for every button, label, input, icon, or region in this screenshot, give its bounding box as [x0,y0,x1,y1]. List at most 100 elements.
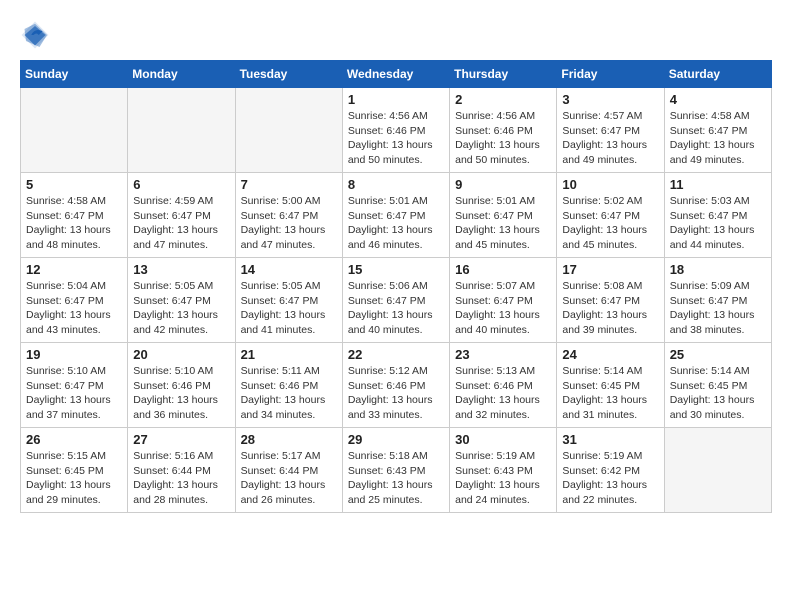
day-number: 16 [455,262,551,277]
day-number: 24 [562,347,658,362]
day-cell-2: 2 Sunrise: 4:56 AMSunset: 6:46 PMDaylight… [450,88,557,173]
day-number: 7 [241,177,337,192]
day-number: 20 [133,347,229,362]
day-cell-10: 10Sunrise: 5:02 AMSunset: 6:47 PMDayligh… [557,173,664,258]
day-info: Sunrise: 5:19 AMSunset: 6:43 PMDaylight:… [455,449,551,508]
day-number: 1 [348,92,444,107]
day-info: Sunrise: 4:57 AMSunset: 6:47 PMDaylight:… [562,109,658,168]
day-cell-19: 19 Sunrise: 5:10 AMSunset: 6:47 PMDayligh… [21,343,128,428]
day-number: 14 [241,262,337,277]
day-cell-23: 23 Sunrise: 5:13 AMSunset: 6:46 PMDayligh… [450,343,557,428]
column-header-wednesday: Wednesday [342,61,449,88]
day-cell-28: 28Sunrise: 5:17 AMSunset: 6:44 PMDayligh… [235,428,342,513]
calendar-header-row: SundayMondayTuesdayWednesdayThursdayFrid… [21,61,772,88]
day-number: 21 [241,347,337,362]
day-info: Sunrise: 5:19 AMSunset: 6:42 PMDaylight:… [562,449,658,508]
day-info: Sunrise: 4:58 AMSunset: 6:47 PMDaylight:… [26,194,122,253]
day-cell-14: 14Sunrise: 5:05 AMSunset: 6:47 PMDayligh… [235,258,342,343]
day-cell-16: 16 Sunrise: 5:07 AMSunset: 6:47 PMDayligh… [450,258,557,343]
week-row-2: 5Sunrise: 4:58 AMSunset: 6:47 PMDaylight… [21,173,772,258]
day-number: 23 [455,347,551,362]
day-info: Sunrise: 5:07 AMSunset: 6:47 PMDaylight:… [455,279,551,338]
day-info: Sunrise: 5:17 AMSunset: 6:44 PMDaylight:… [241,449,337,508]
day-cell-11: 11 Sunrise: 5:03 AMSunset: 6:47 PMDayligh… [664,173,771,258]
day-info: Sunrise: 5:11 AMSunset: 6:46 PMDaylight:… [241,364,337,423]
day-number: 17 [562,262,658,277]
day-info: Sunrise: 5:01 AMSunset: 6:47 PMDaylight:… [455,194,551,253]
day-cell-31: 31 Sunrise: 5:19 AMSunset: 6:42 PMDayligh… [557,428,664,513]
day-info: Sunrise: 5:00 AMSunset: 6:47 PMDaylight:… [241,194,337,253]
day-info: Sunrise: 5:03 AMSunset: 6:47 PMDaylight:… [670,194,766,253]
day-cell-15: 15 Sunrise: 5:06 AMSunset: 6:47 PMDayligh… [342,258,449,343]
day-cell-7: 7 Sunrise: 5:00 AMSunset: 6:47 PMDaylight… [235,173,342,258]
day-info: Sunrise: 5:04 AMSunset: 6:47 PMDaylight:… [26,279,122,338]
day-info: Sunrise: 5:13 AMSunset: 6:46 PMDaylight:… [455,364,551,423]
day-number: 9 [455,177,551,192]
day-cell-21: 21 Sunrise: 5:11 AMSunset: 6:46 PMDayligh… [235,343,342,428]
week-row-5: 26 Sunrise: 5:15 AMSunset: 6:45 PMDayligh… [21,428,772,513]
day-cell-29: 29 Sunrise: 5:18 AMSunset: 6:43 PMDayligh… [342,428,449,513]
day-cell-24: 24 Sunrise: 5:14 AMSunset: 6:45 PMDayligh… [557,343,664,428]
day-info: Sunrise: 4:56 AMSunset: 6:46 PMDaylight:… [455,109,551,168]
empty-cell [21,88,128,173]
day-info: Sunrise: 5:14 AMSunset: 6:45 PMDaylight:… [562,364,658,423]
day-number: 2 [455,92,551,107]
day-cell-13: 13Sunrise: 5:05 AMSunset: 6:47 PMDayligh… [128,258,235,343]
day-info: Sunrise: 5:10 AMSunset: 6:47 PMDaylight:… [26,364,122,423]
day-number: 31 [562,432,658,447]
day-info: Sunrise: 5:01 AMSunset: 6:47 PMDaylight:… [348,194,444,253]
day-number: 29 [348,432,444,447]
column-header-tuesday: Tuesday [235,61,342,88]
logo-icon [20,20,50,50]
column-header-saturday: Saturday [664,61,771,88]
day-number: 27 [133,432,229,447]
day-number: 26 [26,432,122,447]
day-number: 25 [670,347,766,362]
day-cell-9: 9 Sunrise: 5:01 AMSunset: 6:47 PMDaylight… [450,173,557,258]
day-cell-18: 18 Sunrise: 5:09 AMSunset: 6:47 PMDayligh… [664,258,771,343]
day-info: Sunrise: 5:06 AMSunset: 6:47 PMDaylight:… [348,279,444,338]
day-cell-8: 8 Sunrise: 5:01 AMSunset: 6:47 PMDaylight… [342,173,449,258]
empty-cell [664,428,771,513]
day-info: Sunrise: 5:08 AMSunset: 6:47 PMDaylight:… [562,279,658,338]
day-number: 11 [670,177,766,192]
day-cell-30: 30 Sunrise: 5:19 AMSunset: 6:43 PMDayligh… [450,428,557,513]
day-number: 12 [26,262,122,277]
day-number: 3 [562,92,658,107]
column-header-monday: Monday [128,61,235,88]
day-number: 4 [670,92,766,107]
day-number: 8 [348,177,444,192]
empty-cell [235,88,342,173]
column-header-thursday: Thursday [450,61,557,88]
day-cell-25: 25 Sunrise: 5:14 AMSunset: 6:45 PMDayligh… [664,343,771,428]
day-cell-26: 26 Sunrise: 5:15 AMSunset: 6:45 PMDayligh… [21,428,128,513]
day-info: Sunrise: 5:16 AMSunset: 6:44 PMDaylight:… [133,449,229,508]
day-cell-4: 4Sunrise: 4:58 AMSunset: 6:47 PMDaylight… [664,88,771,173]
day-number: 22 [348,347,444,362]
day-info: Sunrise: 5:10 AMSunset: 6:46 PMDaylight:… [133,364,229,423]
day-info: Sunrise: 5:02 AMSunset: 6:47 PMDaylight:… [562,194,658,253]
day-number: 19 [26,347,122,362]
column-header-friday: Friday [557,61,664,88]
day-info: Sunrise: 5:14 AMSunset: 6:45 PMDaylight:… [670,364,766,423]
day-cell-12: 12 Sunrise: 5:04 AMSunset: 6:47 PMDayligh… [21,258,128,343]
logo [20,20,54,50]
column-header-sunday: Sunday [21,61,128,88]
day-info: Sunrise: 5:12 AMSunset: 6:46 PMDaylight:… [348,364,444,423]
day-cell-20: 20 Sunrise: 5:10 AMSunset: 6:46 PMDayligh… [128,343,235,428]
week-row-4: 19 Sunrise: 5:10 AMSunset: 6:47 PMDayligh… [21,343,772,428]
day-info: Sunrise: 4:56 AMSunset: 6:46 PMDaylight:… [348,109,444,168]
calendar-table: SundayMondayTuesdayWednesdayThursdayFrid… [20,60,772,513]
day-info: Sunrise: 5:15 AMSunset: 6:45 PMDaylight:… [26,449,122,508]
day-number: 30 [455,432,551,447]
week-row-3: 12 Sunrise: 5:04 AMSunset: 6:47 PMDayligh… [21,258,772,343]
day-number: 18 [670,262,766,277]
day-info: Sunrise: 5:18 AMSunset: 6:43 PMDaylight:… [348,449,444,508]
day-info: Sunrise: 5:09 AMSunset: 6:47 PMDaylight:… [670,279,766,338]
day-cell-17: 17 Sunrise: 5:08 AMSunset: 6:47 PMDayligh… [557,258,664,343]
day-cell-6: 6 Sunrise: 4:59 AMSunset: 6:47 PMDaylight… [128,173,235,258]
day-number: 6 [133,177,229,192]
day-cell-1: 1 Sunrise: 4:56 AMSunset: 6:46 PMDaylight… [342,88,449,173]
day-info: Sunrise: 4:59 AMSunset: 6:47 PMDaylight:… [133,194,229,253]
day-number: 15 [348,262,444,277]
